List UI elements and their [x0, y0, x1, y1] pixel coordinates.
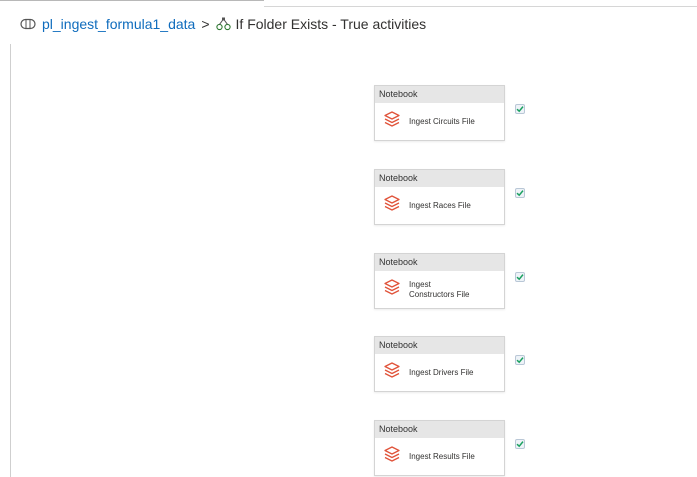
notebook-icon — [384, 446, 400, 462]
pipeline-icon — [20, 17, 38, 31]
activity-ingest-drivers[interactable]: Notebook Ingest Drivers File — [374, 336, 505, 392]
activity-name: Ingest Constructors File — [409, 279, 470, 299]
notebook-icon — [384, 362, 400, 378]
notebook-icon — [384, 195, 400, 211]
success-check-icon — [515, 104, 525, 114]
top-border — [0, 0, 264, 1]
success-check-icon — [515, 188, 525, 198]
top-border-divider — [264, 6, 697, 7]
breadcrumb-separator: > — [201, 16, 210, 32]
activity-ingest-circuits[interactable]: Notebook Ingest Circuits File — [374, 85, 505, 141]
activity-name: Ingest Races File — [409, 200, 471, 210]
activity-type: Notebook — [375, 170, 504, 187]
notebook-icon — [384, 279, 400, 295]
activity-type: Notebook — [375, 86, 504, 103]
activity-type: Notebook — [375, 254, 504, 271]
success-check-icon — [515, 272, 525, 282]
breadcrumb-pipeline-link[interactable]: pl_ingest_formula1_data — [42, 16, 195, 32]
activity-name: Ingest Results File — [409, 451, 475, 461]
activity-ingest-races[interactable]: Notebook Ingest Races File — [374, 169, 505, 225]
success-check-icon — [515, 355, 525, 365]
pipeline-canvas[interactable]: Notebook Ingest Circuits File Notebook I… — [11, 44, 697, 477]
breadcrumb-current: If Folder Exists - True activities — [235, 16, 427, 32]
if-condition-icon — [215, 17, 232, 31]
activity-ingest-results[interactable]: Notebook Ingest Results File — [374, 420, 505, 476]
breadcrumb: pl_ingest_formula1_data > If Folder Exis… — [20, 14, 426, 34]
activity-ingest-constructors[interactable]: Notebook Ingest Constructors File — [374, 253, 505, 309]
activity-name: Ingest Drivers File — [409, 367, 474, 377]
activity-type: Notebook — [375, 421, 504, 438]
notebook-icon — [384, 111, 400, 127]
activity-name: Ingest Circuits File — [409, 116, 475, 126]
activity-type: Notebook — [375, 337, 504, 354]
success-check-icon — [515, 439, 525, 449]
